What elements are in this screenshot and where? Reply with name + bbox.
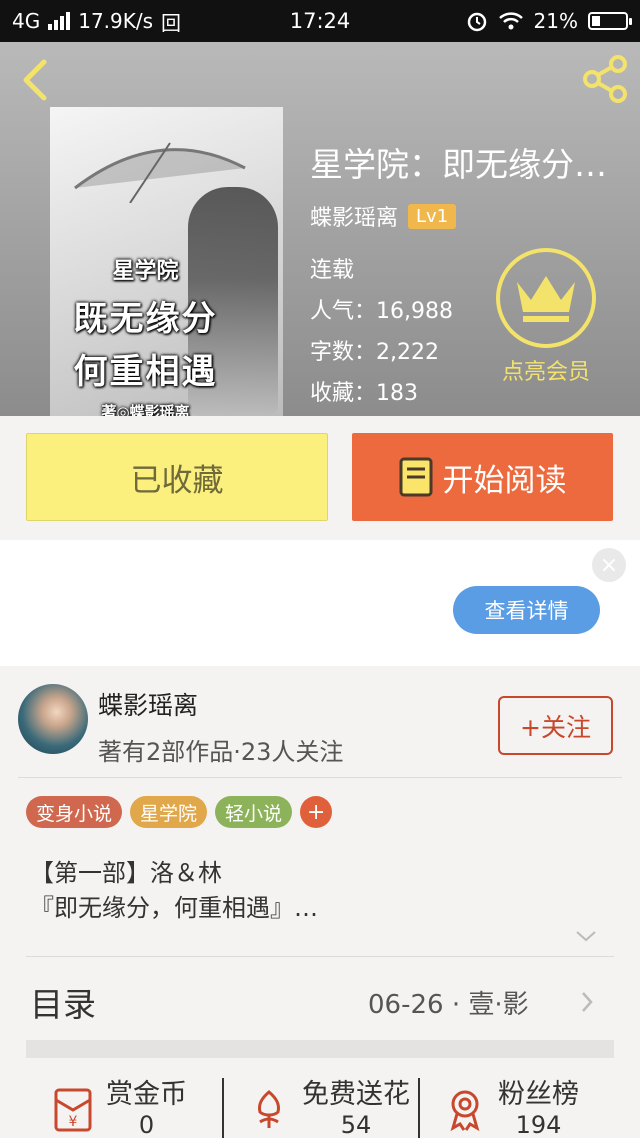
ad-details-button[interactable]: 查看详情 bbox=[453, 586, 600, 634]
svg-text:¥: ¥ bbox=[69, 1114, 78, 1130]
crown-icon bbox=[517, 276, 575, 322]
latest-chapter[interactable]: 06-26 · 壹·影 bbox=[368, 984, 529, 1021]
add-tag-button[interactable]: + bbox=[300, 796, 333, 828]
vip-button[interactable]: 点亮会员 bbox=[494, 248, 598, 386]
flower-icon bbox=[258, 1090, 280, 1128]
popularity-value: 16,988 bbox=[376, 299, 453, 324]
word-count-value: 2,222 bbox=[376, 340, 439, 365]
word-count-label: 字数： bbox=[310, 340, 377, 365]
start-reading-button[interactable]: 开始阅读 bbox=[352, 433, 613, 521]
book-description[interactable]: 【第一部】洛＆林 『即无缘分，何重相遇』… bbox=[30, 856, 318, 926]
stat-label: 粉丝榜 bbox=[498, 1079, 579, 1110]
cover-title-line2: 何重相遇 bbox=[73, 352, 218, 392]
book-cover[interactable]: 星学院 既无缘分 何重相遇 著◎蝶影瑶离 bbox=[50, 107, 283, 416]
chevron-right-icon[interactable] bbox=[580, 990, 594, 1014]
book-icon bbox=[399, 457, 432, 497]
fan-ranking-stat[interactable]: 粉丝榜 194 bbox=[418, 1072, 614, 1138]
battery-icon bbox=[588, 12, 632, 30]
cover-series: 星学院 bbox=[112, 259, 179, 284]
word-count: 字数：2,222 bbox=[310, 332, 453, 373]
stat-label: 免费送花 bbox=[302, 1079, 410, 1110]
support-stats-row: ¥ 赏金币 0 免费送花 54 粉丝榜 194 bbox=[26, 1072, 614, 1138]
ad-close-button[interactable]: × bbox=[592, 548, 626, 582]
cover-author: 著◎蝶影瑶离 bbox=[101, 403, 190, 416]
expand-chevron-icon[interactable] bbox=[574, 928, 598, 944]
author-avatar[interactable] bbox=[18, 684, 88, 754]
red-envelope-icon: ¥ bbox=[54, 1088, 92, 1132]
vip-label: 点亮会员 bbox=[501, 360, 590, 385]
author-stats: 著有2部作品·23人关注 bbox=[98, 738, 344, 766]
book-meta: 连载 人气：16,988 字数：2,222 收藏：183 bbox=[310, 250, 453, 414]
author-row: 蝶影瑶离 Lv1 bbox=[310, 200, 457, 232]
clock: 17:24 bbox=[289, 9, 351, 33]
author-name[interactable]: 蝶影瑶离 bbox=[310, 200, 398, 232]
favorite-count: 收藏：183 bbox=[310, 373, 453, 414]
stat-value: 194 bbox=[515, 1111, 562, 1138]
status-bar: 4G 17.9K/s 回 17:24 21% bbox=[0, 0, 640, 42]
level-badge: Lv1 bbox=[408, 203, 457, 229]
section-separator bbox=[26, 1040, 614, 1058]
popularity-label: 人气： bbox=[310, 299, 377, 324]
stat-value: 0 bbox=[138, 1111, 155, 1138]
start-reading-label: 开始阅读 bbox=[442, 462, 567, 499]
divider bbox=[18, 777, 622, 778]
stat-label: 赏金币 bbox=[106, 1079, 187, 1110]
follow-button[interactable]: +关注 bbox=[498, 696, 613, 755]
tag-item[interactable]: 变身小说 bbox=[26, 796, 123, 828]
medal-icon bbox=[450, 1090, 480, 1132]
tag-item[interactable]: 轻小说 bbox=[215, 796, 293, 828]
book-header: 星学院 既无缘分 何重相遇 著◎蝶影瑶离 星学院：即无缘分… 蝶影瑶离 Lv1 … bbox=[0, 42, 640, 416]
divider bbox=[26, 956, 614, 957]
stat-value: 54 bbox=[340, 1111, 372, 1138]
popularity: 人气：16,988 bbox=[310, 291, 453, 332]
reward-coins-stat[interactable]: ¥ 赏金币 0 bbox=[26, 1072, 222, 1138]
favorite-count-label: 收藏： bbox=[310, 381, 377, 406]
book-title: 星学院：即无缘分… bbox=[310, 145, 607, 184]
author-card-name[interactable]: 蝶影瑶离 bbox=[98, 686, 198, 722]
description-line: 【第一部】洛＆林 bbox=[30, 859, 222, 887]
favorited-button[interactable]: 已收藏 bbox=[26, 433, 328, 521]
crown-badge bbox=[496, 248, 596, 348]
description-line: 『即无缘分，何重相遇』… bbox=[30, 894, 318, 922]
tag-list: 变身小说 星学院 轻小说 + bbox=[26, 796, 333, 828]
favorite-count-value: 183 bbox=[376, 381, 419, 406]
back-icon[interactable] bbox=[16, 56, 56, 104]
tag-item[interactable]: 星学院 bbox=[130, 796, 208, 828]
toc-label[interactable]: 目录 bbox=[30, 978, 96, 1026]
ad-banner: × 查看详情 bbox=[0, 540, 640, 666]
cover-title-line1: 既无缘分 bbox=[73, 299, 218, 339]
serial-status: 连载 bbox=[310, 258, 355, 283]
share-icon[interactable] bbox=[580, 54, 630, 104]
author-section: 蝶影瑶离 著有2部作品·23人关注 +关注 变身小说 星学院 轻小说 + 【第一… bbox=[0, 666, 640, 1138]
free-flowers-stat[interactable]: 免费送花 54 bbox=[222, 1072, 418, 1138]
